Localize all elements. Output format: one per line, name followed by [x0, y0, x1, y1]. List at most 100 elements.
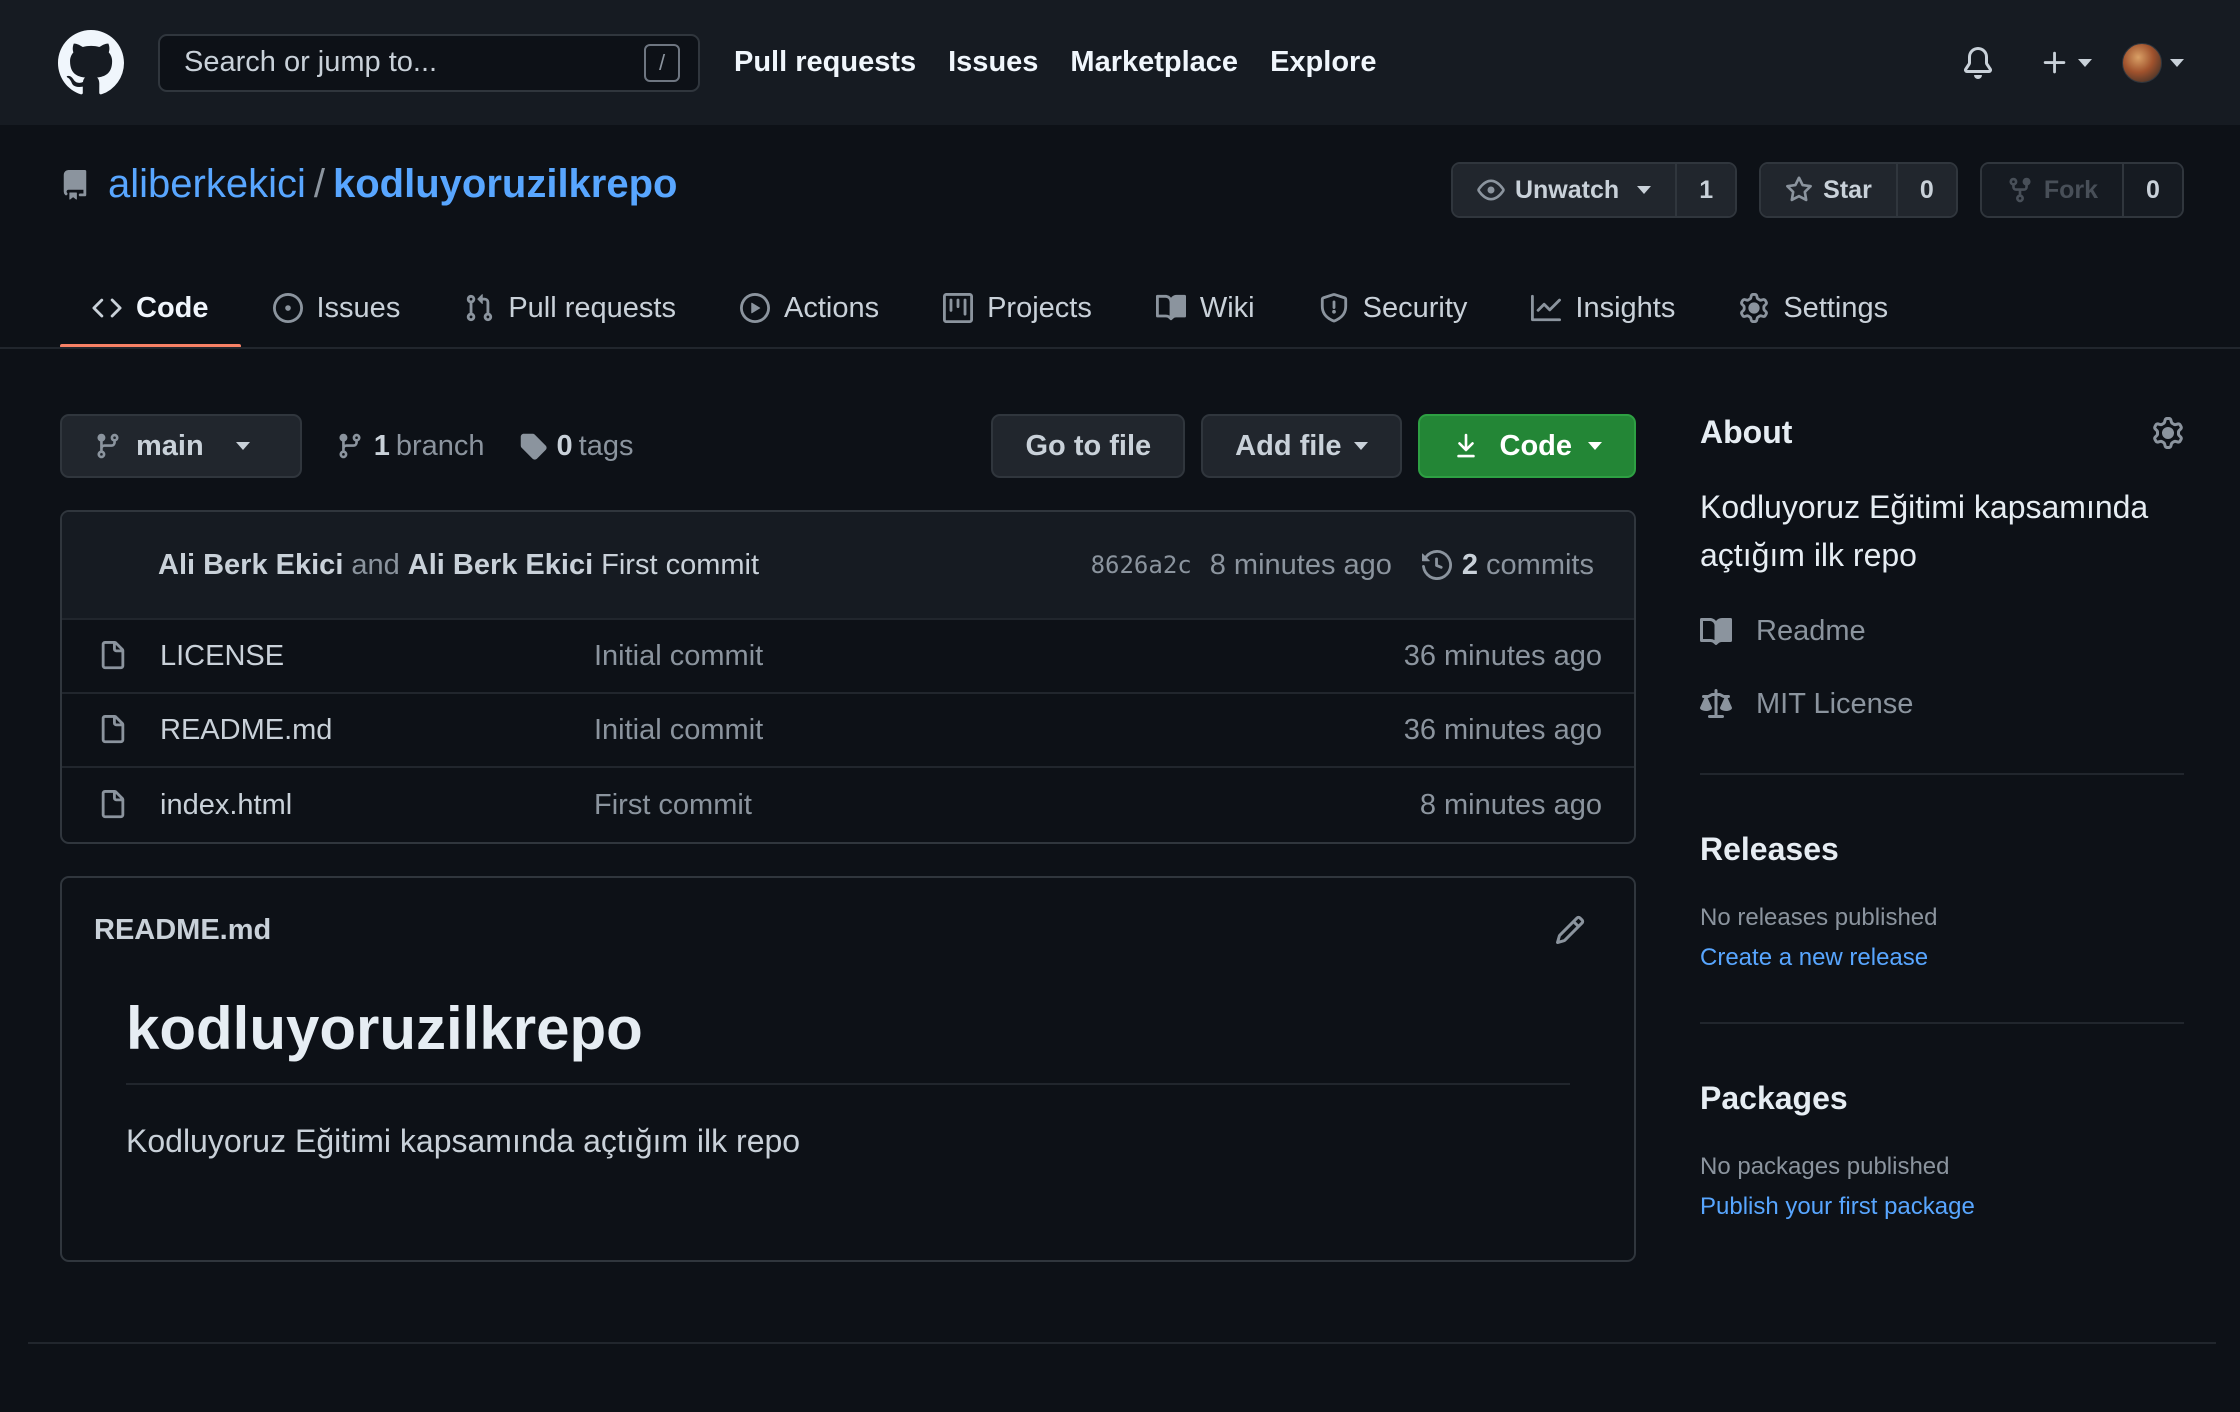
branches-link[interactable]: 1 branch: [336, 430, 485, 463]
file-navigation: main 1 branch 0 tags Go to file Add file…: [60, 414, 1636, 478]
tab-label: Projects: [987, 291, 1092, 324]
file-name-link[interactable]: index.html: [160, 789, 594, 822]
chevron-down-icon: [1588, 442, 1602, 450]
releases-heading[interactable]: Releases: [1700, 831, 2184, 868]
repo-description: Kodluyoruz Eğitimi kapsamında açtığım il…: [1700, 489, 2149, 573]
branch-name: main: [136, 429, 204, 462]
branch-select-button[interactable]: main: [60, 414, 302, 478]
fork-button-group: Fork 0: [1979, 162, 2184, 218]
tab-issues[interactable]: Issues: [241, 268, 433, 348]
code-download-button[interactable]: Code: [1417, 414, 1636, 478]
file-commit-message[interactable]: Initial commit: [594, 640, 763, 673]
gear-icon[interactable]: [2152, 416, 2184, 449]
search-placeholder: Search or jump to...: [184, 46, 438, 78]
star-button[interactable]: Star: [1761, 164, 1898, 216]
pencil-icon[interactable]: [1554, 914, 1586, 946]
create-release-link[interactable]: Create a new release: [1700, 944, 2184, 972]
repo-tabs: Code Issues Pull requests Actions Projec…: [60, 268, 1920, 348]
file-name-link[interactable]: README.md: [160, 714, 594, 747]
packages-empty-text: No packages published: [1700, 1153, 1950, 1180]
history-icon: [1421, 550, 1452, 580]
commit-count-label: commits: [1486, 548, 1594, 581]
commit-sha-link[interactable]: 8626a2c: [1091, 551, 1192, 579]
nav-marketplace[interactable]: Marketplace: [1070, 46, 1238, 79]
table-row[interactable]: LICENSE Initial commit 36 minutes ago: [62, 620, 1634, 694]
download-icon: [1456, 433, 1475, 458]
watch-count[interactable]: 1: [1677, 164, 1736, 216]
readme-filename[interactable]: README.md: [94, 914, 271, 947]
code-button-label: Code: [1499, 429, 1573, 462]
file-icon: [101, 641, 125, 670]
add-file-button[interactable]: Add file: [1201, 414, 1402, 478]
repo-name-link[interactable]: kodluyoruzilkrepo: [333, 162, 678, 207]
releases-section: Releases No releases published Create a …: [1700, 831, 2184, 972]
tab-label: Pull requests: [508, 291, 676, 324]
commit-coauthor-link[interactable]: Ali Berk Ekici: [408, 549, 593, 582]
eye-icon: [1477, 179, 1505, 201]
notifications-bell-icon[interactable]: [1962, 46, 1994, 79]
file-name-link[interactable]: LICENSE: [160, 640, 594, 673]
commit-message-link[interactable]: First commit: [601, 549, 759, 582]
create-new-menu[interactable]: [2040, 48, 2092, 78]
tab-label: Settings: [1783, 291, 1889, 324]
commit-count: 2: [1461, 548, 1479, 581]
tab-pull-requests[interactable]: Pull requests: [432, 268, 708, 348]
commits-history-link[interactable]: 2 commits: [1421, 548, 1594, 582]
tab-security[interactable]: Security: [1287, 268, 1500, 348]
file-age: 36 minutes ago: [1403, 639, 1602, 672]
add-file-label: Add file: [1235, 429, 1342, 462]
table-row[interactable]: index.html First commit 8 minutes ago: [62, 768, 1634, 842]
fork-count[interactable]: 0: [2124, 164, 2182, 216]
nav-pull-requests[interactable]: Pull requests: [734, 46, 916, 79]
tabs-divider: [0, 347, 2240, 349]
file-commit-message[interactable]: First commit: [594, 789, 752, 822]
about-heading: About: [1700, 414, 1793, 450]
table-row[interactable]: README.md Initial commit 36 minutes ago: [62, 694, 1634, 768]
file-icon: [101, 715, 125, 744]
repo-title: aliberkekici / kodluyoruzilkrepo: [60, 162, 677, 207]
global-nav: Pull requests Issues Marketplace Explore: [734, 46, 1408, 79]
packages-section: Packages No packages published Publish y…: [1700, 1080, 2184, 1221]
file-commit-message[interactable]: Initial commit: [594, 714, 763, 747]
star-label: Star: [1823, 175, 1872, 204]
star-count[interactable]: 0: [1897, 164, 1956, 216]
play-icon: [739, 293, 770, 323]
star-icon: [1786, 176, 1813, 202]
unwatch-button[interactable]: Unwatch: [1452, 164, 1678, 216]
fork-button[interactable]: Fork: [1981, 164, 2124, 216]
go-to-file-button[interactable]: Go to file: [991, 414, 1186, 478]
shield-icon: [1320, 293, 1347, 323]
branch-icon: [339, 433, 361, 459]
sidebar-divider: [1700, 1022, 2184, 1024]
file-age: 8 minutes ago: [1419, 788, 1602, 821]
nav-explore[interactable]: Explore: [1270, 46, 1376, 79]
tab-label: Security: [1362, 291, 1468, 324]
footer-divider: [28, 1342, 2216, 1344]
readme-link-label: Readme: [1756, 615, 1866, 647]
tab-code[interactable]: Code: [60, 268, 241, 348]
tab-label: Code: [136, 291, 209, 324]
user-menu[interactable]: [2122, 42, 2184, 83]
packages-heading[interactable]: Packages: [1700, 1080, 2184, 1117]
publish-package-link[interactable]: Publish your first package: [1700, 1193, 2184, 1221]
chevron-down-icon: [2078, 58, 2092, 67]
book-icon: [1700, 617, 1732, 645]
releases-empty-text: No releases published: [1700, 904, 1938, 931]
repo-icon: [63, 169, 87, 200]
tab-insights[interactable]: Insights: [1499, 268, 1707, 348]
nav-issues[interactable]: Issues: [948, 46, 1038, 79]
tab-settings[interactable]: Settings: [1707, 268, 1920, 348]
commit-author-link[interactable]: Ali Berk Ekici: [158, 549, 343, 582]
repo-owner-link[interactable]: aliberkekici: [108, 162, 306, 207]
fork-label: Fork: [2043, 175, 2098, 204]
tags-link[interactable]: 0 tags: [519, 430, 633, 463]
gear-icon: [1740, 293, 1769, 323]
github-logo-icon[interactable]: [58, 29, 124, 96]
latest-commit-row: Ali Berk Ekici and Ali Berk Ekici First …: [62, 512, 1634, 620]
tab-projects[interactable]: Projects: [911, 268, 1124, 348]
readme-link[interactable]: Readme: [1700, 615, 2184, 648]
search-input[interactable]: Search or jump to... /: [158, 33, 700, 92]
license-link[interactable]: MIT License: [1700, 688, 2184, 721]
tab-actions[interactable]: Actions: [708, 268, 911, 348]
tab-wiki[interactable]: Wiki: [1124, 268, 1287, 348]
